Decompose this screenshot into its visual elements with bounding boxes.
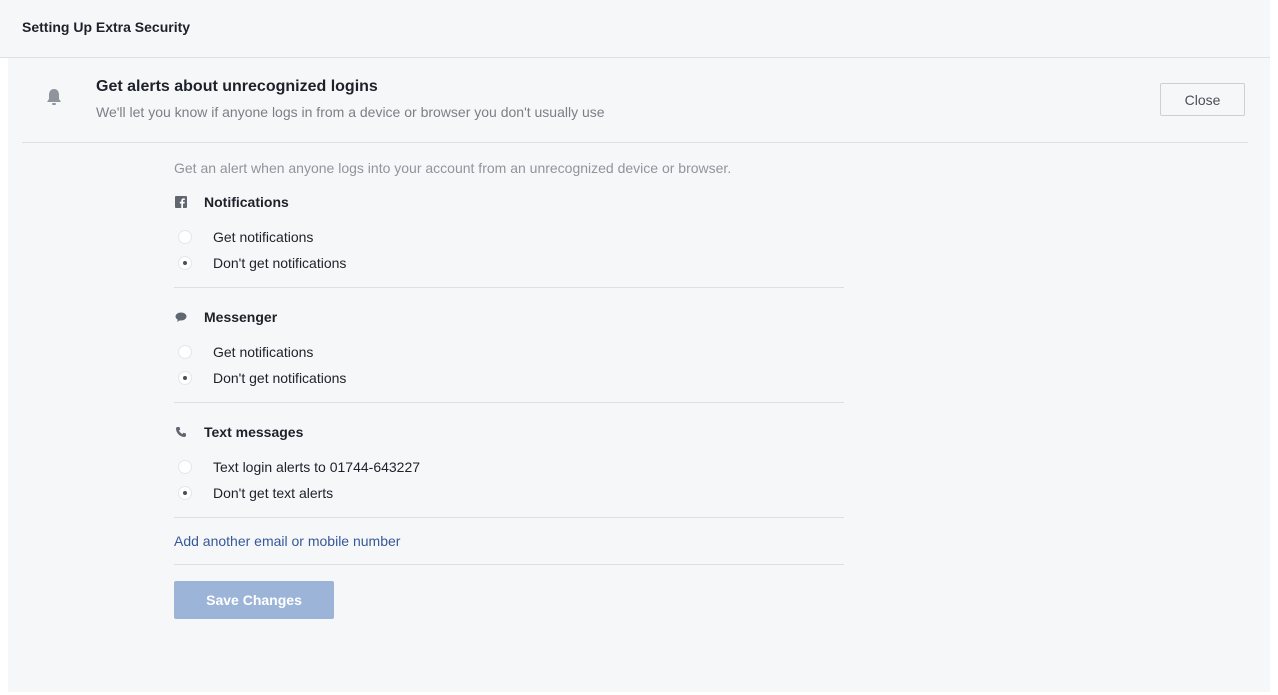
option-get-notifications[interactable]: Get notifications	[174, 224, 844, 250]
divider	[22, 142, 1248, 143]
group-label: Notifications	[204, 194, 289, 210]
settings-panel: Get alerts about unrecognized logins We'…	[8, 58, 1270, 692]
group-text-messages: Text messages Text login alerts to 01744…	[174, 422, 844, 506]
alert-settings-form: Get an alert when anyone logs into your …	[174, 158, 844, 619]
radio-button[interactable]	[178, 230, 192, 244]
radio-button-selected[interactable]	[178, 371, 192, 385]
intro-text: Get an alert when anyone logs into your …	[174, 160, 732, 176]
option-label: Don't get notifications	[213, 255, 347, 271]
radio-button-selected[interactable]	[178, 486, 192, 500]
radio-button[interactable]	[178, 460, 192, 474]
divider	[174, 402, 844, 403]
option-label: Get notifications	[213, 229, 314, 245]
group-title-text-messages: Text messages	[174, 422, 844, 442]
option-label: Don't get notifications	[213, 370, 347, 386]
option-label: Get notifications	[213, 344, 314, 360]
divider	[174, 287, 844, 288]
group-notifications: Notifications Get notifications Don't ge…	[174, 192, 844, 276]
bell-icon	[46, 88, 62, 108]
page-header: Setting Up Extra Security	[0, 0, 1270, 58]
option-dont-get-notifications[interactable]: Don't get notifications	[174, 250, 844, 276]
divider	[174, 517, 844, 518]
option-label: Don't get text alerts	[213, 485, 334, 501]
section-title: Get alerts about unrecognized logins	[96, 78, 378, 95]
radio-button[interactable]	[178, 345, 192, 359]
section-header: Get alerts about unrecognized logins We'…	[8, 58, 1270, 142]
option-get-notifications[interactable]: Get notifications	[174, 339, 844, 365]
option-text-login-alerts[interactable]: Text login alerts to 01744-643227	[174, 454, 844, 480]
group-label: Text messages	[204, 424, 304, 440]
divider	[174, 564, 844, 565]
group-title-notifications: Notifications	[174, 192, 844, 212]
option-dont-get-notifications[interactable]: Don't get notifications	[174, 365, 844, 391]
add-email-or-mobile-link[interactable]: Add another email or mobile number	[174, 533, 400, 549]
radio-button-selected[interactable]	[178, 256, 192, 270]
close-button[interactable]: Close	[1160, 83, 1245, 116]
facebook-icon	[174, 195, 188, 209]
section-subtitle: We'll let you know if anyone logs in fro…	[96, 104, 605, 120]
phone-icon	[174, 425, 188, 439]
group-label: Messenger	[204, 309, 278, 325]
group-messenger: Messenger Get notifications Don't get no…	[174, 307, 844, 391]
speech-bubble-icon	[174, 310, 188, 324]
page-title: Setting Up Extra Security	[22, 19, 191, 35]
option-label: Text login alerts to 01744-643227	[213, 459, 421, 475]
save-changes-button[interactable]: Save Changes	[174, 581, 334, 619]
group-title-messenger: Messenger	[174, 307, 844, 327]
option-dont-get-text-alerts[interactable]: Don't get text alerts	[174, 480, 844, 506]
